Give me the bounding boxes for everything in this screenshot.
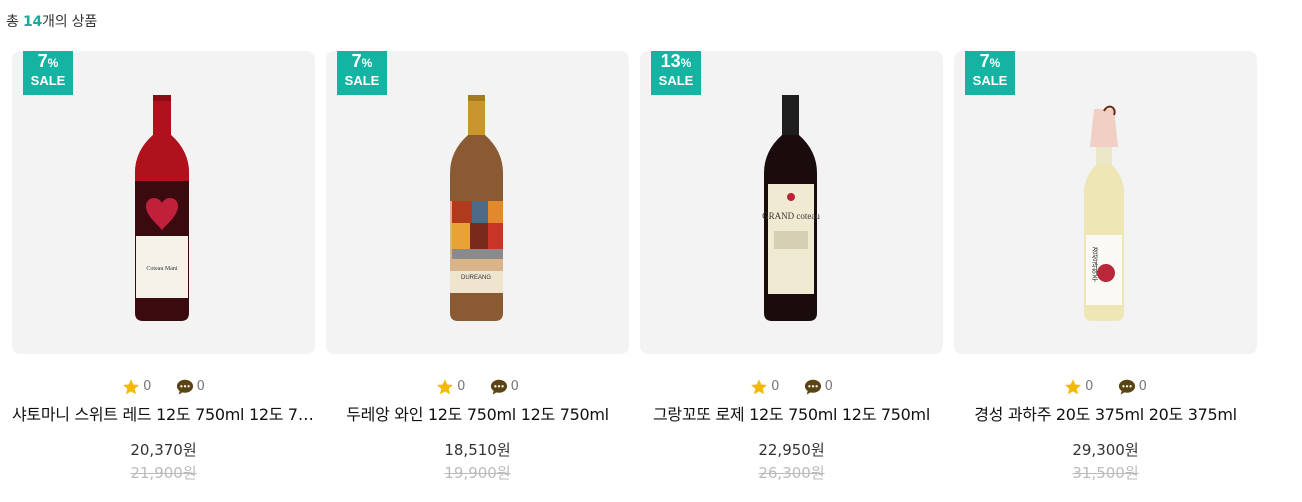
rating-value: 0: [457, 379, 466, 394]
discount-value: 13: [660, 51, 681, 71]
sale-price: 22,950원: [758, 441, 825, 459]
sale-label: SALE: [344, 73, 380, 88]
product-image[interactable]: 13% SALE GRAND coteau: [640, 51, 943, 354]
review-bubble-icon: [1118, 379, 1135, 395]
rating-value: 0: [143, 379, 152, 394]
review-bubble-icon: [804, 379, 821, 395]
product-image[interactable]: 7% SALE DUREANG: [326, 51, 629, 354]
bottle-label-text: DUREANG: [461, 275, 491, 281]
count-suffix: 개의 상품: [42, 14, 98, 30]
product-image[interactable]: 7% SALE 경성과하주: [954, 51, 1257, 354]
product-image[interactable]: 7% SALE Coteau Mani: [12, 51, 315, 354]
bottle-label-text: Coteau Mani: [146, 266, 177, 272]
sale-label: SALE: [30, 73, 66, 88]
product-card[interactable]: 7% SALE DUREANG 0 0 두레앙 와인 12도 750ml 12도…: [326, 51, 629, 496]
product-count: 총 14개의 상품: [6, 11, 97, 31]
sale-badge: 7% SALE: [337, 51, 387, 95]
original-price: 31,500원: [1072, 464, 1139, 482]
amber-wine-bottle-icon: DUREANG: [450, 95, 503, 321]
bottle-label-text: GRAND coteau: [762, 211, 820, 221]
review-count: 0: [1138, 379, 1147, 394]
rating-row: 0 0: [954, 377, 1257, 397]
rating-row: 0 0: [640, 377, 943, 397]
count-number: 14: [22, 14, 43, 30]
discount-unit: %: [680, 56, 692, 70]
sale-label: SALE: [658, 73, 694, 88]
rating-value: 0: [1085, 379, 1094, 394]
discount-value: 7: [351, 51, 362, 71]
review-count: 0: [196, 379, 205, 394]
sale-price: 29,300원: [1072, 441, 1139, 459]
discount-unit: %: [47, 56, 59, 70]
review-bubble-icon: [490, 379, 507, 395]
star-icon: [751, 379, 767, 395]
product-card[interactable]: 7% SALE 경성과하주 0 0 경성 과하주 20도 375ml 20도 3…: [954, 51, 1257, 496]
discount-value: 7: [979, 51, 990, 71]
discount-unit: %: [361, 56, 373, 70]
clear-liquor-bottle-icon: 경성과하주: [1084, 105, 1124, 321]
rating-value: 0: [771, 379, 780, 394]
count-prefix: 총: [6, 14, 23, 30]
review-bubble-icon: [176, 379, 193, 395]
discount-value: 7: [37, 51, 48, 71]
sale-badge: 7% SALE: [23, 51, 73, 95]
product-grid: 7% SALE Coteau Mani 0 0 샤토마니 스위트 레드 12도 …: [12, 51, 1262, 496]
review-count: 0: [510, 379, 519, 394]
product-name[interactable]: 그랑꼬또 로제 12도 750ml 12도 750ml: [640, 401, 943, 425]
discount-unit: %: [989, 56, 1001, 70]
sale-badge: 7% SALE: [965, 51, 1015, 95]
rating-row: 0 0: [326, 377, 629, 397]
product-card[interactable]: 7% SALE Coteau Mani 0 0 샤토마니 스위트 레드 12도 …: [12, 51, 315, 496]
original-price: 19,900원: [444, 464, 511, 482]
bottle-label-text: 경성과하주: [1091, 246, 1099, 283]
rating-row: 0 0: [12, 377, 315, 397]
product-name[interactable]: 샤토마니 스위트 레드 12도 750ml 12도 750ml: [12, 401, 315, 425]
star-icon: [437, 379, 453, 395]
sale-badge: 13% SALE: [651, 51, 701, 95]
product-card[interactable]: 13% SALE GRAND coteau 0 0 그랑꼬또 로제 12도 75…: [640, 51, 943, 496]
star-icon: [123, 379, 139, 395]
product-name[interactable]: 경성 과하주 20도 375ml 20도 375ml: [954, 401, 1257, 425]
product-name[interactable]: 두레앙 와인 12도 750ml 12도 750ml: [326, 401, 629, 425]
sale-price: 20,370원: [130, 441, 197, 459]
original-price: 26,300원: [758, 464, 825, 482]
star-icon: [1065, 379, 1081, 395]
dark-wine-bottle-icon: GRAND coteau: [762, 95, 820, 321]
sale-price: 18,510원: [444, 441, 511, 459]
red-wine-bottle-icon: Coteau Mani: [135, 95, 189, 321]
sale-label: SALE: [972, 73, 1008, 88]
original-price: 21,900원: [130, 464, 197, 482]
review-count: 0: [824, 379, 833, 394]
